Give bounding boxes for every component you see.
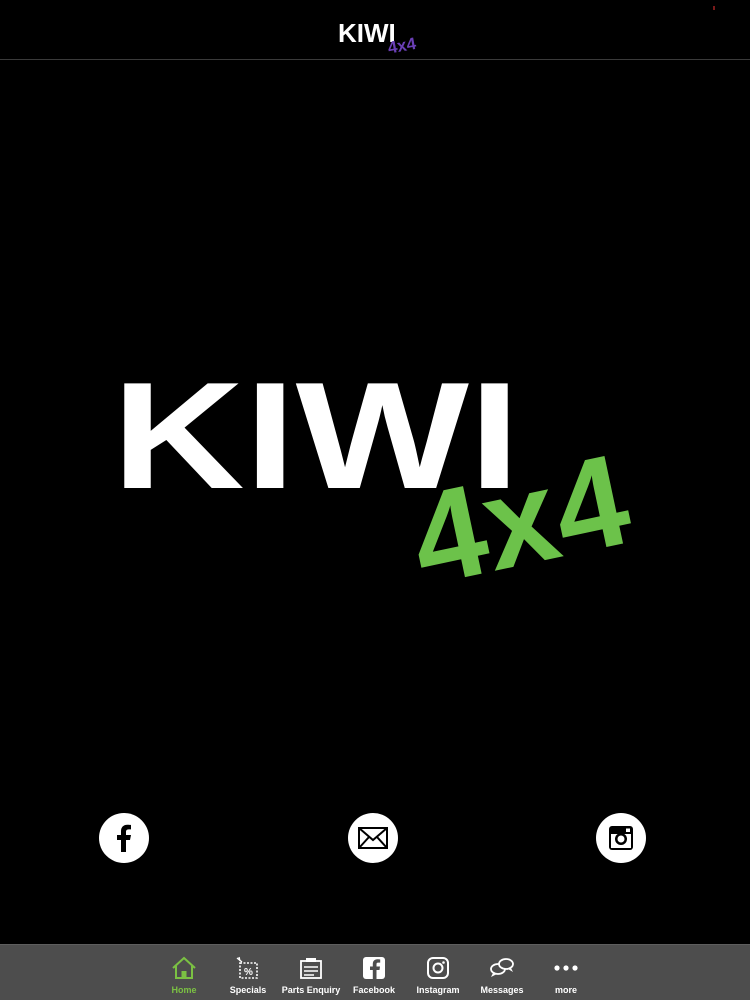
status-indicator — [713, 6, 715, 10]
more-icon — [553, 955, 579, 981]
app-header: KIWI 4x4 — [0, 0, 750, 60]
tab-label: more — [554, 985, 577, 995]
email-button[interactable] — [348, 813, 398, 863]
instagram-icon — [425, 955, 451, 981]
home-icon — [171, 955, 197, 981]
parts-enquiry-icon — [298, 955, 324, 981]
tab-label: Specials — [229, 985, 267, 995]
tab-label: Home — [171, 985, 197, 995]
facebook-icon — [361, 955, 387, 981]
instagram-button[interactable] — [596, 813, 646, 863]
mail-icon — [358, 827, 388, 849]
tab-more[interactable]: more — [534, 945, 598, 1000]
facebook-icon — [117, 824, 131, 852]
tab-facebook[interactable]: Facebook — [342, 945, 406, 1000]
messages-icon — [489, 955, 515, 981]
tab-parts-enquiry[interactable]: Parts Enquiry — [279, 945, 343, 1000]
tab-label: Instagram — [416, 985, 460, 995]
tab-label: Messages — [480, 985, 524, 995]
svg-text:4x4: 4x4 — [386, 34, 418, 56]
tab-label: Parts Enquiry — [281, 985, 341, 995]
facebook-button[interactable] — [99, 813, 149, 863]
tab-messages[interactable]: Messages — [470, 945, 534, 1000]
tab-specials[interactable]: % Specials — [216, 945, 280, 1000]
specials-icon: % — [235, 955, 261, 981]
tab-home[interactable]: Home — [152, 945, 216, 1000]
svg-text:%: % — [244, 967, 253, 978]
bottom-tab-bar: Home % Specials Parts Enquiry Facebook I… — [0, 944, 750, 1000]
header-logo: KIWI 4x4 — [338, 18, 418, 56]
main-content: KIWI 4x4 — [0, 61, 750, 943]
instagram-icon — [609, 826, 633, 850]
hero-logo: KIWI 4x4 — [112, 351, 642, 581]
tab-instagram[interactable]: Instagram — [406, 945, 470, 1000]
tab-label: Facebook — [352, 985, 395, 995]
